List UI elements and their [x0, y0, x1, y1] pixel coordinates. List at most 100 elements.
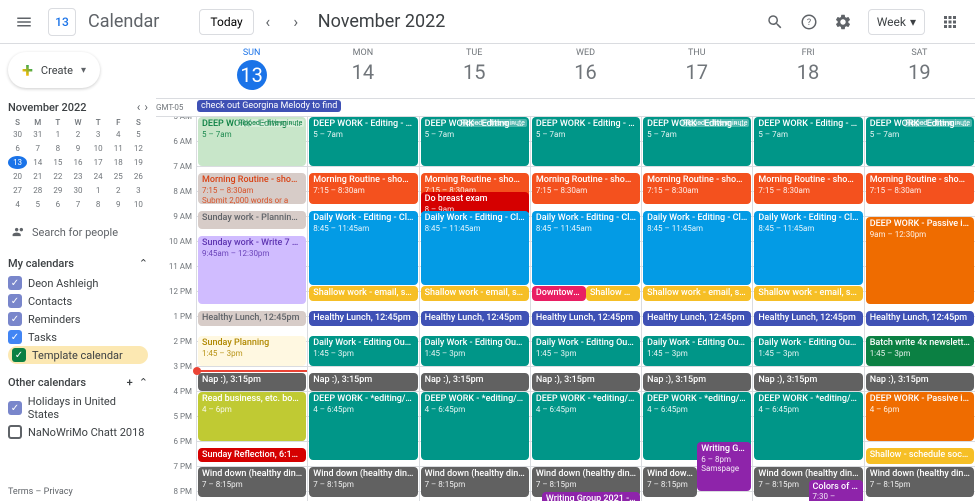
- mini-day[interactable]: 15: [48, 156, 67, 169]
- mini-day[interactable]: 5: [129, 128, 148, 141]
- settings-button[interactable]: [828, 7, 858, 37]
- calendar-event[interactable]: DEEP WORK - Editing - Medium Articles5 –…: [421, 117, 529, 166]
- calendar-event[interactable]: Colors of Light - Writing Group7:30 – 9:…: [809, 480, 863, 501]
- mini-day[interactable]: 4: [109, 128, 128, 141]
- calendar-checkbox[interactable]: ✓: [8, 276, 22, 290]
- mini-day[interactable]: 16: [68, 156, 87, 169]
- mini-day[interactable]: 13: [8, 156, 27, 169]
- day-column[interactable]: DEEP WORK - Editing - Medium Articles5 –…: [864, 117, 975, 501]
- mini-day[interactable]: 5: [28, 198, 47, 211]
- calendar-event[interactable]: Wind down (healthy dinner, *write book7 …: [421, 467, 529, 497]
- mini-day[interactable]: 7: [28, 142, 47, 155]
- calendar-event[interactable]: Healthy Lunch, 12:45pm: [643, 311, 751, 326]
- mini-day[interactable]: 12: [129, 142, 148, 155]
- day-column[interactable]: DEEP WORK - Editing - Medium Articles5 –…: [752, 117, 863, 501]
- calendar-checkbox[interactable]: ✓: [8, 401, 22, 415]
- mini-day[interactable]: 14: [28, 156, 47, 169]
- mini-day[interactable]: 25: [109, 170, 128, 183]
- mini-day[interactable]: 21: [28, 170, 47, 183]
- today-button[interactable]: Today: [199, 9, 253, 35]
- day-header[interactable]: SAT19: [864, 44, 975, 98]
- calendar-checkbox[interactable]: [8, 425, 22, 439]
- calendar-item[interactable]: ✓Contacts: [8, 292, 148, 310]
- calendar-event[interactable]: Shallow work - email, slack, twitter, I: [643, 286, 751, 301]
- day-column[interactable]: DEEP WORK - Editing - Medium Articles5 –…: [196, 117, 307, 501]
- search-button[interactable]: [760, 7, 790, 37]
- mini-day[interactable]: 6: [8, 142, 27, 155]
- mini-day[interactable]: 23: [68, 170, 87, 183]
- mini-day[interactable]: 28: [28, 184, 47, 197]
- calendar-event[interactable]: Morning Routine - shower, breakfast,7:15…: [198, 173, 306, 203]
- day-column[interactable]: DEEP WORK - Editing - Medium Articles5 –…: [419, 117, 530, 501]
- calendar-event[interactable]: Sunday Planning1:45 – 3pm: [198, 336, 306, 366]
- main-menu-button[interactable]: [8, 6, 40, 38]
- mini-day[interactable]: 19: [129, 156, 148, 169]
- mini-day[interactable]: 7: [68, 198, 87, 211]
- calendar-item[interactable]: ✓Deon Ashleigh: [8, 274, 148, 292]
- day-column[interactable]: DEEP WORK - Editing - Medium Articles5 –…: [641, 117, 752, 501]
- mini-day[interactable]: 17: [89, 156, 108, 169]
- view-selector[interactable]: Week▾: [868, 9, 925, 35]
- day-header[interactable]: TUE15: [419, 44, 530, 98]
- calendar-event[interactable]: Nap :), 3:15pm: [643, 373, 751, 391]
- calendar-checkbox[interactable]: ✓: [8, 294, 22, 308]
- calendar-event[interactable]: Morning Routine - shower, breakfast,7:15…: [532, 173, 640, 203]
- privacy-link[interactable]: Privacy: [44, 487, 73, 497]
- day-column[interactable]: DEEP WORK - Editing - Medium Articles5 –…: [530, 117, 641, 501]
- calendar-event[interactable]: Batch write 4x newsletters1:45 – 3pm: [866, 336, 974, 366]
- mini-day[interactable]: 18: [109, 156, 128, 169]
- calendar-item[interactable]: NaNoWriMo Chatt 2018: [8, 423, 148, 441]
- calendar-event[interactable]: Daily Work - Editing Outreach (twitter,1…: [309, 336, 417, 366]
- calendar-event[interactable]: DEEP WORK - Editing - Medium Articles5 –…: [754, 117, 862, 166]
- mini-day[interactable]: 8: [48, 142, 67, 155]
- calendar-event[interactable]: Shallow work - email, slack, twitter, I: [754, 286, 862, 301]
- mini-day[interactable]: 26: [129, 170, 148, 183]
- calendar-event[interactable]: Nap :), 3:15pm: [198, 373, 306, 391]
- calendar-event[interactable]: DEEP WORK - Passive income - creating pr…: [866, 217, 974, 304]
- calendar-event[interactable]: Shallow - schedule social media for w: [866, 448, 974, 463]
- calendar-event[interactable]: Shallow work - email, slack, twitter, I: [421, 286, 529, 301]
- calendar-item[interactable]: ✓Tasks: [8, 328, 148, 346]
- mini-day[interactable]: 10: [89, 142, 108, 155]
- calendar-event[interactable]: Daily Work - Editing Outreach (twitter,1…: [643, 336, 751, 366]
- calendar-event[interactable]: Daily Work - Editing - Client8:45 – 11:4…: [532, 211, 640, 285]
- calendar-event[interactable]: Wind down (healthy dinner, *write book7 …: [309, 467, 417, 497]
- calendar-event[interactable]: DEEP WORK - Editing - Medium Articles5 –…: [866, 117, 974, 166]
- mini-day[interactable]: 20: [8, 170, 27, 183]
- search-people-input[interactable]: Search for people: [8, 219, 148, 245]
- allday-event[interactable]: check out Georgina Melody to find: [197, 100, 341, 112]
- mini-day[interactable]: 22: [48, 170, 67, 183]
- apps-button[interactable]: [935, 7, 965, 37]
- calendar-event[interactable]: Morning Routine - shower, breakfast,7:15…: [643, 173, 751, 203]
- calendar-event[interactable]: Daily Work - Editing - Client8:45 – 11:4…: [754, 211, 862, 285]
- day-header[interactable]: MON14: [307, 44, 418, 98]
- day-header[interactable]: WED16: [530, 44, 641, 98]
- mini-day[interactable]: 6: [48, 198, 67, 211]
- prev-week-button[interactable]: ‹: [256, 10, 280, 34]
- calendar-event[interactable]: Read business, etc. books. Plan success …: [198, 392, 306, 441]
- day-column[interactable]: DEEP WORK - Editing - Medium Articles5 –…: [307, 117, 418, 501]
- calendar-event[interactable]: Nap :), 3:15pm: [532, 373, 640, 391]
- calendar-event[interactable]: Morning Routine - shower, breakfast,7:15…: [754, 173, 862, 203]
- mini-next-button[interactable]: ›: [144, 100, 148, 114]
- calendar-event[interactable]: Healthy Lunch, 12:45pm: [532, 311, 640, 326]
- calendar-checkbox[interactable]: ✓: [8, 330, 22, 344]
- mini-day[interactable]: 4: [8, 198, 27, 211]
- mini-day[interactable]: 27: [8, 184, 27, 197]
- calendar-event[interactable]: Wind down (healthy dinner, *write book7 …: [866, 467, 974, 497]
- calendar-event[interactable]: Healthy Lunch, 12:45pm: [309, 311, 417, 326]
- day-header[interactable]: SUN13: [196, 44, 307, 98]
- day-header[interactable]: THU17: [641, 44, 752, 98]
- mini-day[interactable]: 29: [48, 184, 67, 197]
- calendar-event[interactable]: Daily Work - Editing - Client8:45 – 11:4…: [309, 211, 417, 285]
- calendar-event[interactable]: Healthy Lunch, 12:45pm: [421, 311, 529, 326]
- calendar-checkbox[interactable]: ✓: [12, 348, 26, 362]
- mini-prev-button[interactable]: ‹: [137, 100, 141, 114]
- calendar-event[interactable]: DEEP WORK - *editing/medium outreach*4 –…: [309, 392, 417, 460]
- calendar-event[interactable]: Sunday work - Write 7 Medium first draft…: [198, 236, 306, 304]
- mini-day[interactable]: 9: [109, 198, 128, 211]
- mini-day[interactable]: 1: [89, 184, 108, 197]
- calendar-event[interactable]: Morning Routine - shower, breakfast,7:15…: [309, 173, 417, 203]
- other-calendars-toggle[interactable]: Other calendars+⌃: [8, 372, 148, 393]
- calendar-event[interactable]: Shallow work - email, slack, twitter, I: [309, 286, 417, 301]
